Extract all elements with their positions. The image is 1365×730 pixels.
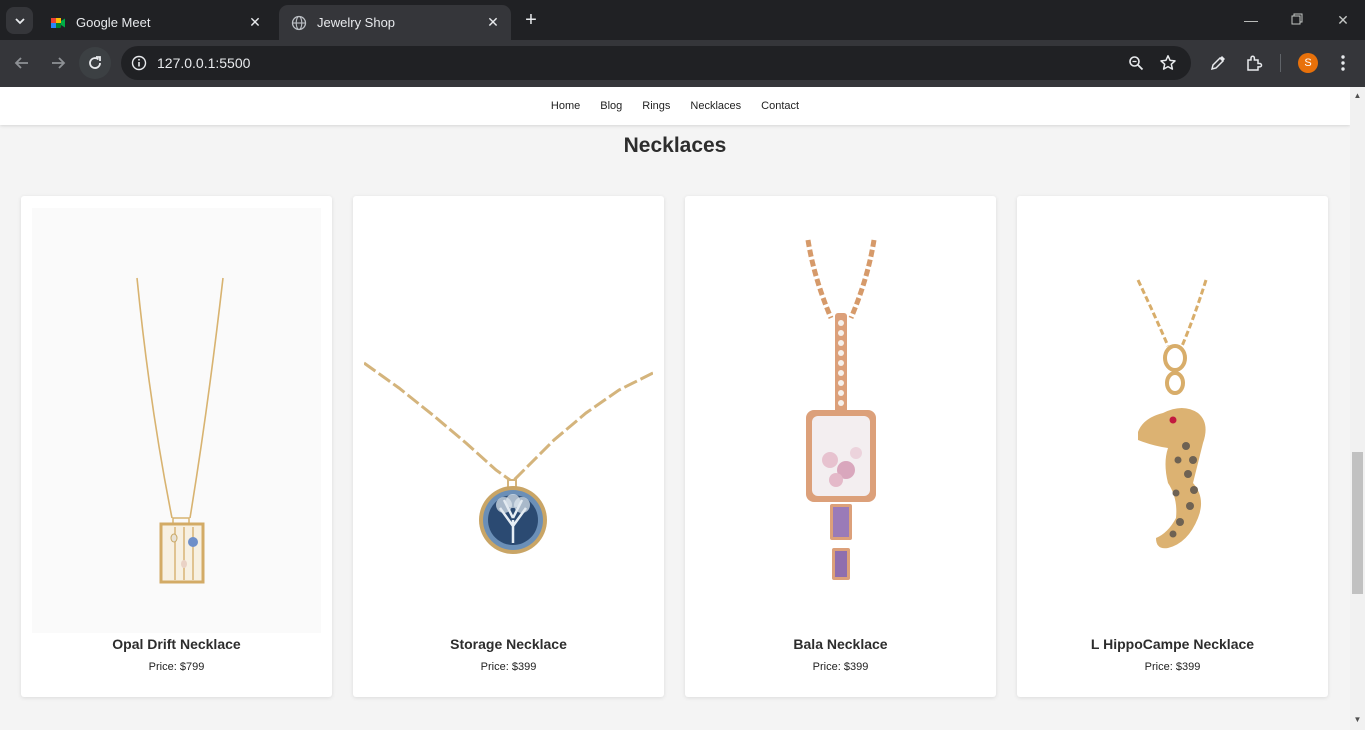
bookmark-star-icon[interactable]	[1158, 53, 1178, 73]
product-card[interactable]: Opal Drift Necklace Price: $799	[21, 196, 332, 697]
product-card[interactable]: Storage Necklace Price: $399	[353, 196, 664, 697]
page-viewport: Home Blog Rings Necklaces Contact Neckla…	[0, 87, 1350, 730]
more-menu-icon[interactable]	[1333, 53, 1353, 73]
product-image-storage[interactable]	[364, 208, 653, 633]
scroll-up-arrow-icon[interactable]: ▲	[1353, 91, 1362, 100]
chevron-down-icon	[14, 17, 25, 24]
eyedropper-icon[interactable]	[1208, 53, 1228, 73]
product-price: Price: $399	[812, 661, 869, 673]
product-price: Price: $799	[148, 661, 205, 673]
product-image-bala[interactable]	[696, 208, 985, 633]
nav-link-rings[interactable]: Rings	[642, 100, 670, 112]
tab-google-meet[interactable]: Google Meet ✕	[38, 5, 273, 40]
tab-title: Google Meet	[76, 15, 151, 30]
product-image-opal-drift[interactable]	[32, 208, 321, 633]
back-button[interactable]	[9, 50, 35, 76]
globe-icon	[291, 15, 307, 31]
nav-link-home[interactable]: Home	[551, 100, 580, 112]
profile-avatar[interactable]: S	[1298, 53, 1318, 73]
arrow-right-icon	[52, 57, 66, 69]
nav-link-blog[interactable]: Blog	[600, 100, 622, 112]
product-name[interactable]: Bala Necklace	[685, 636, 996, 652]
tab-title: Jewelry Shop	[317, 15, 396, 30]
arrow-left-icon	[14, 57, 28, 69]
close-tab-icon[interactable]: ✕	[247, 14, 263, 30]
google-meet-icon	[50, 15, 66, 31]
page-title: Necklaces	[623, 134, 727, 157]
scrollbar-thumb[interactable]	[1352, 452, 1363, 594]
site-info-icon[interactable]	[129, 53, 149, 73]
site-navbar: Home Blog Rings Necklaces Contact	[0, 87, 1350, 125]
browser-toolbar: 127.0.0.1:5500	[0, 40, 1365, 87]
product-card[interactable]: Bala Necklace Price: $399	[685, 196, 996, 697]
reload-icon	[82, 50, 108, 76]
nav-link-contact[interactable]: Contact	[761, 100, 799, 112]
extensions-puzzle-icon[interactable]	[1244, 53, 1264, 73]
tab-strip: Google Meet ✕ Jewelry Shop ✕ + — ✕	[0, 0, 1365, 40]
close-tab-icon[interactable]: ✕	[485, 14, 501, 30]
tab-jewelry-shop[interactable]: Jewelry Shop ✕	[279, 5, 511, 40]
forward-button[interactable]	[45, 50, 71, 76]
minimize-icon[interactable]: —	[1241, 10, 1261, 30]
page-scrollbar[interactable]: ▲ ▼	[1350, 87, 1365, 730]
product-image-hippocampe[interactable]	[1028, 208, 1317, 633]
new-tab-button[interactable]: +	[520, 9, 542, 31]
product-name[interactable]: L HippoCampe Necklace	[1017, 636, 1328, 652]
product-price: Price: $399	[1144, 661, 1201, 673]
restore-icon[interactable]	[1287, 10, 1307, 30]
product-name[interactable]: Opal Drift Necklace	[21, 636, 332, 652]
close-window-icon[interactable]: ✕	[1333, 10, 1353, 30]
address-bar[interactable]: 127.0.0.1:5500	[121, 46, 1191, 80]
tab-search-button[interactable]	[6, 7, 33, 34]
url-text: 127.0.0.1:5500	[157, 55, 251, 71]
product-name[interactable]: Storage Necklace	[353, 636, 664, 652]
toolbar-separator	[1280, 54, 1281, 72]
product-price: Price: $399	[480, 661, 537, 673]
nav-link-necklaces[interactable]: Necklaces	[690, 100, 741, 112]
zoom-icon[interactable]	[1126, 53, 1146, 73]
scroll-down-arrow-icon[interactable]: ▼	[1353, 715, 1362, 724]
product-card[interactable]: L HippoCampe Necklace Price: $399	[1017, 196, 1328, 697]
